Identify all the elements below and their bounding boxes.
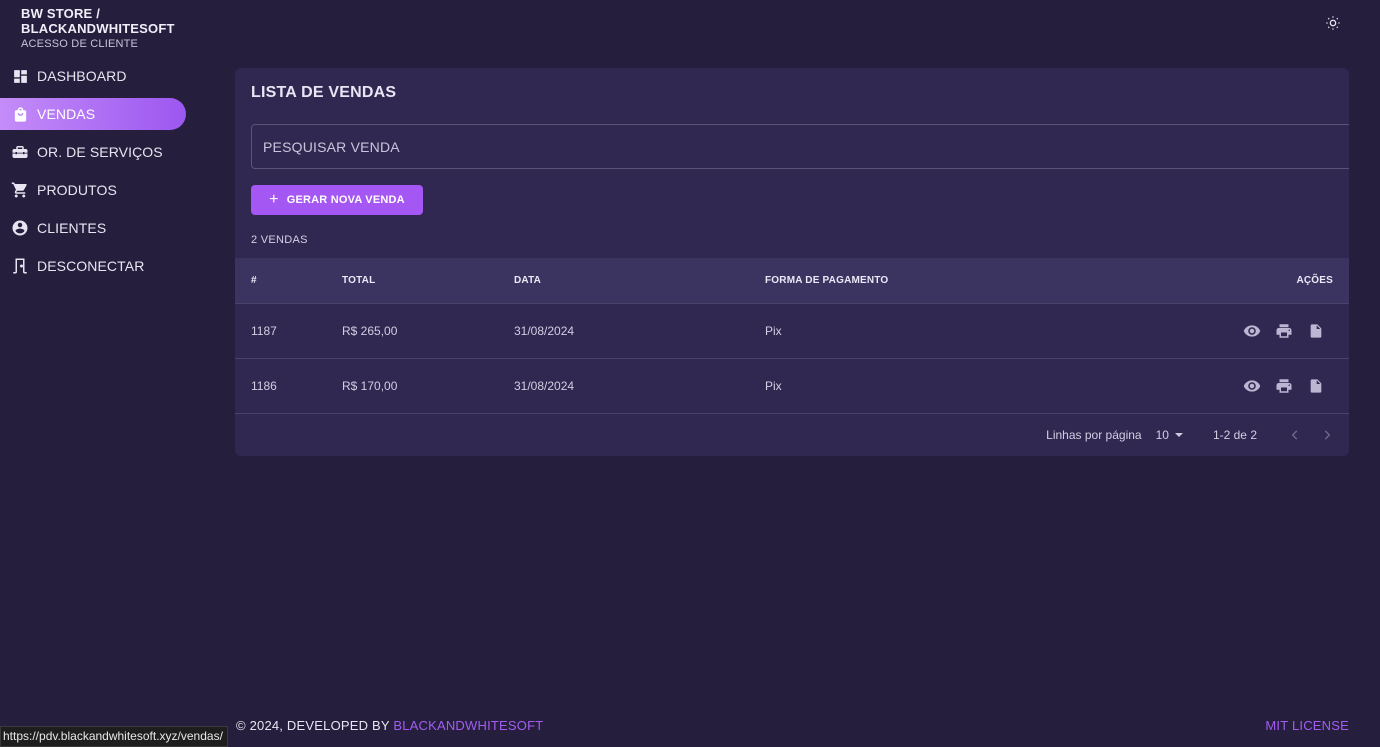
table-row: 1186 R$ 170,00 31/08/2024 Pix (235, 359, 1349, 414)
sidebar-item-dashboard[interactable]: DASHBOARD (0, 60, 186, 92)
sidebar-item-desconectar[interactable]: DESCONECTAR (0, 250, 186, 282)
pagination: Linhas por página 10 1-2 de 2 (1046, 425, 1349, 445)
cell-id: 1187 (251, 324, 277, 338)
sidebar-item-label: VENDAS (37, 106, 96, 122)
view-button[interactable] (1243, 322, 1261, 340)
printer-icon (1276, 379, 1292, 393)
column-header-total: TOTAL (342, 275, 376, 286)
print-button[interactable] (1275, 322, 1293, 340)
account-circle-icon (11, 219, 29, 237)
footer-prefix: © 2024, DEVELOPED BY (236, 718, 394, 733)
sales-count: 2 VENDAS (251, 234, 308, 246)
theme-toggle-button[interactable] (1322, 12, 1344, 34)
document-button[interactable] (1307, 322, 1325, 340)
search-input[interactable] (251, 124, 1349, 169)
next-page-button[interactable] (1317, 425, 1337, 445)
sun-icon (1326, 16, 1340, 30)
table-header: # TOTAL DATA FORMA DE PAGAMENTO AÇÕES (235, 258, 1349, 304)
sidebar-item-label: DASHBOARD (37, 68, 127, 84)
rows-per-page-select[interactable]: 10 (1156, 428, 1183, 442)
page-title: LISTA DE VENDAS (251, 84, 397, 101)
sidebar-item-label: CLIENTES (37, 220, 107, 236)
cell-date: 31/08/2024 (514, 379, 575, 393)
footer-license-link[interactable]: MIT LICENSE (1265, 718, 1349, 733)
plus-icon: + (269, 191, 279, 208)
toolbox-icon (11, 143, 29, 161)
shopping-bag-icon (11, 105, 29, 123)
printer-icon (1276, 324, 1292, 338)
pagination-range: 1-2 de 2 (1212, 428, 1257, 442)
row-actions (1205, 377, 1349, 395)
rows-per-page-label: Linhas por página (1046, 428, 1142, 442)
brand-subtitle: ACESSO DE CLIENTE (21, 38, 139, 50)
view-button[interactable] (1243, 377, 1261, 395)
cell-total: R$ 170,00 (342, 379, 398, 393)
footer-developer-link[interactable]: BLACKANDWHITESOFT (393, 718, 543, 733)
sidebar-item-label: PRODUTOS (37, 182, 117, 198)
column-header-id: # (251, 275, 257, 286)
document-button[interactable] (1307, 377, 1325, 395)
table-row: 1187 R$ 265,00 31/08/2024 Pix (235, 304, 1349, 359)
cell-date: 31/08/2024 (514, 324, 575, 338)
column-header-actions: AÇÕES (1296, 275, 1333, 286)
sales-table: # TOTAL DATA FORMA DE PAGAMENTO AÇÕES 11… (235, 258, 1349, 414)
sidebar-nav: DASHBOARD VENDAS OR. DE SERVIÇOS PRODUTO… (0, 60, 190, 288)
cell-payment: Pix (765, 379, 782, 393)
column-header-date: DATA (514, 275, 542, 286)
print-button[interactable] (1275, 377, 1293, 395)
column-header-payment: FORMA DE PAGAMENTO (765, 275, 889, 286)
chevron-left-icon (1291, 430, 1298, 440)
sidebar-item-ordens-servico[interactable]: OR. DE SERVIÇOS (0, 136, 186, 168)
sidebar-item-label: DESCONECTAR (37, 258, 145, 274)
document-icon (1310, 379, 1322, 393)
browser-status-url: https://pdv.blackandwhitesoft.xyz/vendas… (0, 726, 228, 747)
previous-page-button[interactable] (1285, 425, 1305, 445)
cell-id: 1186 (251, 379, 277, 393)
brand-name-line2: BLACKANDWHITESOFT (21, 21, 175, 36)
cart-icon (11, 181, 29, 199)
cell-payment: Pix (765, 324, 782, 338)
eye-icon (1243, 325, 1261, 337)
sales-list-card: LISTA DE VENDAS + GERAR NOVA VENDA 2 VEN… (235, 68, 1349, 456)
new-sale-button-label: GERAR NOVA VENDA (286, 194, 405, 206)
document-icon (1310, 324, 1322, 338)
chevron-right-icon (1324, 430, 1331, 440)
rows-per-page-value: 10 (1155, 428, 1169, 442)
caret-down-icon (1174, 433, 1183, 437)
sidebar-item-clientes[interactable]: CLIENTES (0, 212, 186, 244)
new-sale-button[interactable]: + GERAR NOVA VENDA (251, 185, 423, 215)
cell-total: R$ 265,00 (342, 324, 398, 338)
eye-icon (1243, 380, 1261, 392)
brand-name-line1: BW STORE / (21, 6, 101, 21)
brand: BW STORE / BLACKANDWHITESOFT ACESSO DE C… (21, 6, 175, 50)
sidebar-item-vendas[interactable]: VENDAS (0, 98, 186, 130)
row-actions (1205, 322, 1349, 340)
exit-door-icon (11, 257, 29, 275)
sidebar-item-label: OR. DE SERVIÇOS (37, 144, 163, 160)
sidebar-item-produtos[interactable]: PRODUTOS (0, 174, 186, 206)
footer-copyright: © 2024, DEVELOPED BY BLACKANDWHITESOFT (236, 718, 543, 733)
dashboard-icon (11, 67, 29, 85)
